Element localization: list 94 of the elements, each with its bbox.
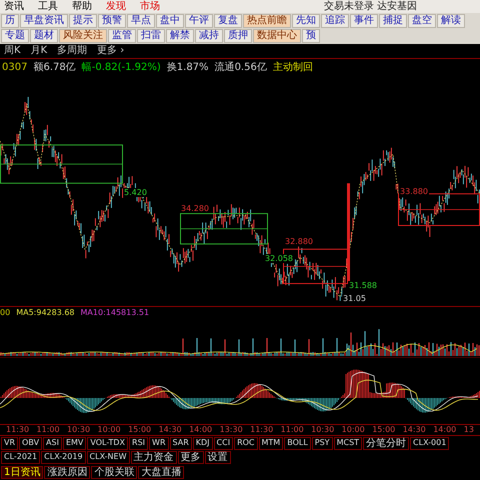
menu-item[interactable]: 帮助 (70, 0, 94, 12)
price-label: 32.880 (284, 237, 314, 246)
toolbar-tab[interactable]: 捕捉 (379, 14, 407, 28)
toolbar-tab[interactable]: 预警 (98, 14, 126, 28)
quote-text: 额6.78亿 (33, 62, 76, 74)
toolbar-tab[interactable]: 追踪 (321, 14, 349, 28)
indicator-tab[interactable]: SAR (170, 437, 192, 450)
time-label: 14:00 (433, 425, 456, 435)
menu-item[interactable]: 资讯 (2, 0, 26, 12)
volume-legend: MA5:94283.68 (16, 308, 75, 318)
toolbar-tab[interactable]: 盘中 (156, 14, 184, 28)
indicator-tab[interactable]: 更多 (178, 451, 204, 464)
time-label: 10:00 (98, 425, 121, 435)
time-label: 11:30 (250, 425, 274, 435)
toolbar-tab[interactable]: 专题 (1, 29, 29, 43)
period-link[interactable]: 月K (30, 45, 48, 57)
time-label: 15:00 (372, 425, 396, 435)
quote-text: 0307 (2, 62, 28, 74)
toolbar-tab[interactable]: 先知 (292, 14, 320, 28)
toolbar-tab[interactable]: 热点前瞻 (243, 14, 291, 28)
indicator-tab[interactable]: ROC (234, 437, 258, 450)
price-label: 34.280 (180, 204, 210, 214)
toolbar-tab[interactable]: 预 (302, 29, 320, 43)
indicator-tab[interactable]: MTM (258, 437, 284, 450)
time-label: 14:00 (189, 425, 212, 435)
volume-legend: MA10:145813.51 (80, 308, 150, 318)
price-label: 33.880 (399, 187, 429, 196)
indicator-tab[interactable]: RSI (129, 437, 148, 450)
time-label: 10:30 (67, 425, 90, 435)
indicator-tab[interactable]: CLX-2019 (41, 451, 86, 464)
toolbar-tab[interactable]: 午评 (185, 14, 213, 28)
indicator-tab[interactable]: 设置 (204, 451, 230, 464)
toolbar-tab[interactable]: 扫雷 (137, 29, 165, 43)
time-label: 14:30 (402, 425, 426, 435)
toolbar-tab[interactable]: 盘空 (408, 14, 436, 28)
time-label: 11:00 (280, 425, 304, 435)
toolbar-tab[interactable]: 复盘 (214, 14, 242, 28)
toolbar-tab[interactable]: 事件 (350, 14, 378, 28)
price-label: 5.420 (123, 188, 148, 198)
quote-text: 流通0.56亿 (214, 62, 267, 74)
toolbar-tab[interactable]: 解禁 (166, 29, 194, 43)
toolbar-tab[interactable]: 质押 (224, 29, 252, 43)
price-label: 31.588 (348, 280, 378, 290)
period-link[interactable]: 周K (4, 45, 21, 57)
toolbar-tab[interactable]: 解读 (437, 14, 465, 28)
toolbar-tab[interactable]: 早盘资讯 (20, 14, 68, 28)
time-label: 14:30 (158, 425, 182, 435)
menu-item[interactable]: 市场 (138, 0, 162, 12)
time-label: 13:30 (220, 425, 243, 435)
indicator-tab[interactable]: CCI (214, 437, 234, 450)
indicator-tab[interactable]: CLX-NEW (86, 451, 130, 464)
toolbar-tab[interactable]: 减持 (195, 29, 223, 43)
price-label: 31.05 (342, 294, 367, 304)
indicator-tab[interactable]: VR (1, 437, 18, 450)
indicator-tab[interactable]: BOLL (284, 437, 311, 450)
indicator-tab[interactable]: KDJ (192, 437, 213, 450)
indicator-tab[interactable]: OBV (19, 437, 42, 450)
toolbar-tab[interactable]: 监管 (108, 29, 136, 43)
indicator-tab[interactable]: MCST (334, 437, 362, 450)
time-label: 15:00 (128, 425, 152, 435)
price-label: 32.058 (264, 254, 294, 264)
toolbar-tab[interactable]: 风险关注 (59, 29, 107, 43)
menu-item[interactable]: 工具 (36, 0, 60, 12)
news-tab[interactable]: 个股关联 (91, 466, 138, 479)
indicator-tab[interactable]: WR (149, 437, 168, 450)
news-tab[interactable]: 1日资讯 (1, 466, 44, 479)
quote-text: 主动制回 (272, 62, 313, 74)
toolbar-tab[interactable]: 题材 (30, 29, 58, 43)
indicator-tab[interactable]: 主力资金 (130, 451, 176, 464)
quote-text: 换1.87% (166, 62, 209, 74)
indicator-tab[interactable]: CLX-001 (410, 437, 450, 450)
window-title: 交易未登录 达安基因 (323, 0, 418, 12)
time-label: 10:30 (311, 425, 334, 435)
toolbar-tab[interactable]: 早点 (127, 14, 155, 28)
time-label: 13 (464, 425, 474, 435)
period-link[interactable]: 多周期 (57, 45, 88, 57)
indicator-tab[interactable]: CL-2021 (1, 451, 40, 464)
indicator-tab[interactable]: VOL-TDX (87, 437, 128, 450)
indicator-tab[interactable]: 分笔分时 (363, 437, 410, 450)
news-tab[interactable]: 涨跌原因 (44, 466, 90, 479)
toolbar-tab[interactable]: 数据中心 (253, 29, 301, 43)
volume-legend: 00 (0, 308, 10, 318)
period-link[interactable]: 更多 › (97, 45, 124, 57)
indicator-tab[interactable]: ASI (43, 437, 62, 450)
time-label: 11:30 (6, 425, 30, 435)
menu-item[interactable]: 发现 (104, 0, 128, 12)
time-label: 11:00 (36, 425, 60, 435)
quote-text: 幅-0.82(-1.92%) (82, 62, 161, 74)
news-tab[interactable]: 大盘直播 (138, 466, 184, 479)
toolbar-tab[interactable]: 提示 (69, 14, 97, 28)
indicator-tab[interactable]: EMV (62, 437, 86, 450)
indicator-tab[interactable]: PSY (312, 437, 333, 450)
toolbar-tab[interactable]: 历 (1, 14, 19, 28)
time-label: 10:00 (342, 425, 365, 435)
